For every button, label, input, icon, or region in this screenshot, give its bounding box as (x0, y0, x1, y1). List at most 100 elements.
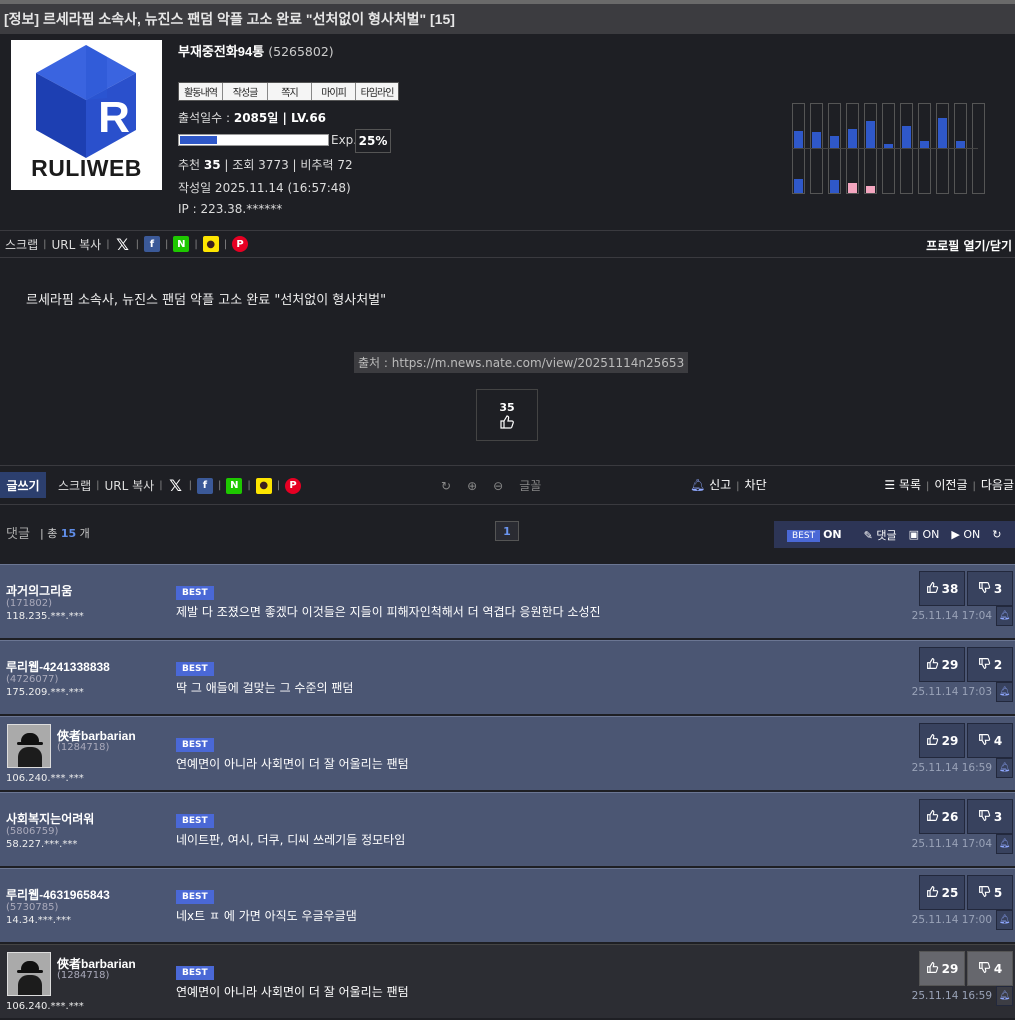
comment-report-bell-icon[interactable]: 🔔︎ (996, 834, 1013, 854)
kakao-share-icon[interactable]: ● (255, 477, 272, 494)
comment-upvote-button[interactable]: 29 (919, 723, 965, 758)
comment-date: 25.11.14 16:59 (911, 762, 992, 774)
comment-author[interactable]: 루리웹-4241338838 (6, 658, 110, 675)
comment-upvote-button[interactable]: 25 (919, 875, 965, 910)
scrap-link[interactable]: 스크랩 (58, 477, 91, 494)
comment-downvote-button[interactable]: 5 (967, 875, 1013, 910)
stats-row: 추천 35 | 조회 3773 | 비추력 72 (178, 156, 353, 173)
comment-upvote-button[interactable]: 29 (919, 647, 965, 682)
comment-report-bell-icon[interactable]: 🔔︎ (996, 606, 1013, 626)
comment-upvote-button[interactable]: 26 (919, 799, 965, 834)
activity-up-bar (938, 118, 947, 149)
comment-downvote-button[interactable]: 4 (967, 951, 1013, 986)
comment-report-bell-icon[interactable]: 🔔︎ (996, 986, 1013, 1006)
comment-author-id: (1284718) (57, 742, 110, 753)
report-link[interactable]: 신고 (709, 478, 731, 492)
comment-ip: 14.34.***.*** (6, 915, 71, 926)
comment-ip: 106.240.***.*** (6, 773, 84, 784)
comment-downvote-button[interactable]: 4 (967, 723, 1013, 758)
downvote-count: 4 (993, 733, 1003, 748)
downvote-count: 3 (993, 809, 1003, 824)
comment-filters: BEST ON ✎ 댓글 ▣ ON ▶ ON ↻ (774, 521, 1015, 548)
refresh-icon[interactable]: ↻ (441, 479, 451, 493)
activity-down-bar (848, 183, 857, 193)
avatar[interactable] (7, 724, 51, 768)
toolbar-share: 스크랩 | URL 복사 | 𝕏 | f | N | ● | P (58, 476, 302, 495)
comment-author[interactable]: 루리웹-4631965843 (6, 886, 110, 903)
comment-upvote-button[interactable]: 38 (919, 571, 965, 606)
author-id: (5265802) (268, 44, 334, 59)
thumbs-up-icon (926, 885, 939, 901)
comment-upvote-button[interactable]: 29 (919, 951, 965, 986)
thumbs-down-icon (978, 733, 991, 749)
prev-post-link[interactable]: 이전글 (934, 478, 967, 492)
activity-up-bar (902, 126, 911, 149)
exp-label: Exp. (331, 133, 358, 147)
image-toggle[interactable]: ▣ ON (909, 528, 940, 541)
timeline-button[interactable]: 타임라인 (356, 83, 398, 100)
zoom-in-icon[interactable]: ⊕ (467, 479, 477, 493)
thumbs-up-icon (500, 414, 514, 429)
post-navigation: ☰ 목록 | 이전글 | 다음글 (884, 478, 1014, 492)
bell-icon: 🔔︎ (690, 478, 706, 492)
activity-button[interactable]: 활동내역 (179, 83, 223, 100)
activity-up-bar (866, 121, 875, 149)
list-link[interactable]: 목록 (899, 478, 921, 492)
comment-report-bell-icon[interactable]: 🔔︎ (996, 758, 1013, 778)
scrap-link[interactable]: 스크랩 (5, 236, 38, 253)
recommend-label: 추천 (178, 158, 204, 172)
url-copy-link[interactable]: URL 복사 (52, 236, 102, 253)
avatar[interactable] (7, 952, 51, 996)
comment-date: 25.11.14 17:00 (911, 914, 992, 926)
comment-downvote-button[interactable]: 3 (967, 571, 1013, 606)
facebook-share-icon[interactable]: f (143, 236, 160, 252)
comment-author[interactable]: 과거의그리움 (6, 582, 72, 599)
comment-text: 네이트판, 여시, 더쿠, 디씨 쓰레기들 정모타임 (176, 833, 406, 847)
x-share-icon[interactable]: 𝕏 (115, 235, 131, 254)
comment-report-bell-icon[interactable]: 🔔︎ (996, 910, 1013, 930)
pinterest-share-icon[interactable]: P (285, 477, 302, 494)
reply-toggle[interactable]: ✎ 댓글 (864, 527, 897, 543)
mypi-button[interactable]: 마이피 (312, 83, 356, 100)
comment-row: 사회복지는어려워 (5806759) 58.227.***.*** BEST 네이… (0, 792, 1015, 866)
refresh-comments-icon[interactable]: ↻ (992, 528, 1001, 541)
thumbs-down-icon (978, 581, 991, 597)
best-toggle[interactable]: BEST ON (787, 528, 842, 542)
video-toggle[interactable]: ▶ ON (951, 528, 980, 541)
pinterest-share-icon[interactable]: P (232, 236, 249, 252)
comment-downvote-button[interactable]: 2 (967, 647, 1013, 682)
next-post-link[interactable]: 다음글 (981, 478, 1014, 492)
comment-author[interactable]: 사회복지는어려워 (6, 810, 94, 827)
activity-up-bar (812, 132, 821, 149)
write-button[interactable]: 글쓰기 (0, 472, 46, 498)
naver-share-icon[interactable]: N (226, 477, 243, 494)
profile-toggle-link[interactable]: 프로필 열기/닫기 (926, 237, 1012, 254)
activity-up-bar (848, 129, 857, 149)
activity-down-bar (866, 186, 875, 193)
comment-date: 25.11.14 16:59 (911, 990, 992, 1002)
attendance-row: 출석일수 : 2085일 | LV.66 (178, 109, 326, 126)
comment-report-bell-icon[interactable]: 🔔︎ (996, 682, 1013, 702)
message-button[interactable]: 쪽지 (268, 83, 312, 100)
comment-downvote-button[interactable]: 3 (967, 799, 1013, 834)
best-toggle-state: ON (823, 528, 842, 541)
kakao-share-icon[interactable]: ● (202, 236, 219, 252)
block-link[interactable]: 차단 (745, 478, 767, 492)
author-nickname[interactable]: 부재중전화94통 (178, 44, 264, 59)
facebook-share-icon[interactable]: f (196, 477, 213, 494)
posts-button[interactable]: 작성글 (223, 83, 268, 100)
author-name-row[interactable]: 부재중전화94통 (5265802) (178, 41, 334, 60)
image-toggle-state: ON (922, 528, 940, 541)
naver-share-icon[interactable]: N (173, 236, 190, 252)
view-tools: ↻ ⊕ ⊖ 글꼴 (441, 477, 541, 494)
zoom-out-icon[interactable]: ⊖ (493, 479, 503, 493)
font-button[interactable]: 글꼴 (519, 477, 541, 494)
source-link[interactable]: 출처 : https://m.news.nate.com/view/202511… (354, 352, 689, 373)
x-share-icon[interactable]: 𝕏 (168, 476, 184, 495)
like-count: 35 (499, 400, 515, 414)
like-button[interactable]: 35 (476, 389, 538, 441)
url-copy-link[interactable]: URL 복사 (105, 477, 155, 494)
activity-graph (792, 103, 986, 194)
comment-text: 연예면이 아니라 사회면이 더 잘 어울리는 팬텀 (176, 985, 409, 999)
comment-page-1[interactable]: 1 (495, 521, 519, 541)
